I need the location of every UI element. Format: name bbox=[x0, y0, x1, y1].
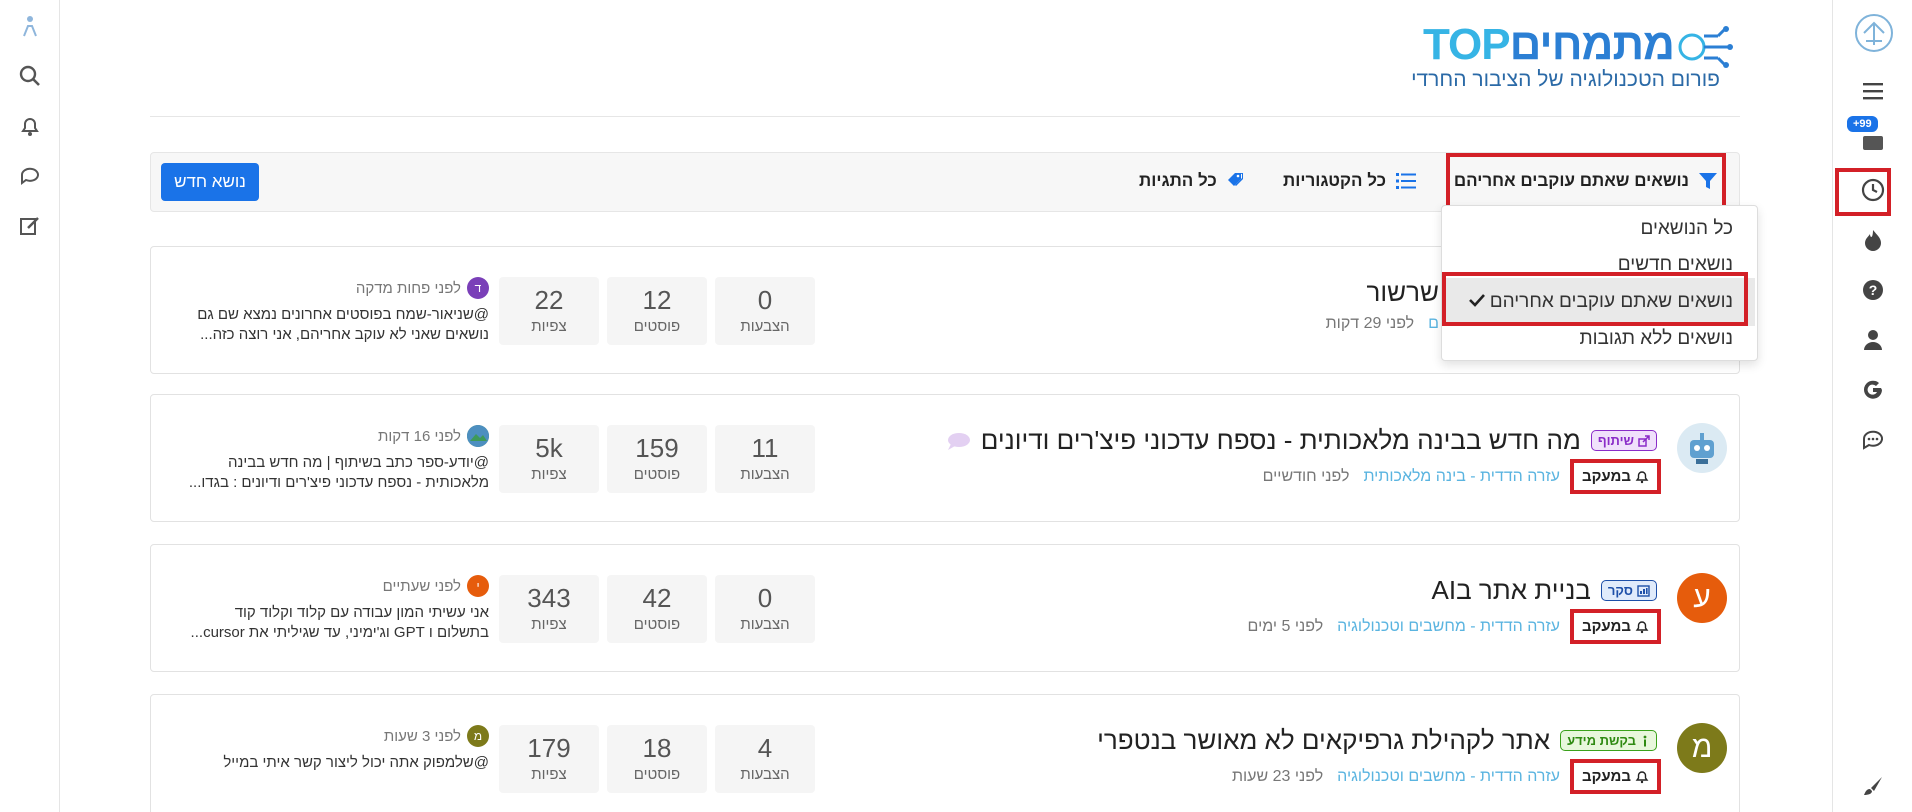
topic-row[interactable]: שיתוף מה חדש בבינה מלאכותית - נספח עדכונ… bbox=[150, 394, 1740, 522]
last-post[interactable]: ד לפני פחות מדקה @שניאור-שמח בפוסטים אחרו… bbox=[179, 277, 489, 345]
topic-meta: ם לפני 29 דקות bbox=[1326, 315, 1439, 333]
topic-time: לפני חודשיים bbox=[1262, 467, 1350, 485]
menu-icon[interactable] bbox=[1857, 75, 1889, 107]
topic-title[interactable]: בקשת מידע אתר לקהילת גרפיקאים לא מאושר ב… bbox=[1097, 725, 1657, 756]
logo-subtitle: פורום הטכנולוגיה של הציבור החרדי bbox=[1411, 68, 1720, 91]
topic-meta: במעקב עזרה הדדית - מחשבים וטכנולוגיה לפנ… bbox=[1231, 759, 1662, 794]
logo-circuit-icon bbox=[1678, 26, 1733, 68]
svg-text:?: ? bbox=[1869, 282, 1878, 298]
bell-icon bbox=[1635, 620, 1649, 633]
chart-icon bbox=[1637, 584, 1650, 597]
bell-icon bbox=[1635, 470, 1649, 483]
info-icon bbox=[1643, 735, 1647, 746]
mini-avatar[interactable]: ד bbox=[467, 277, 489, 299]
google-icon[interactable] bbox=[1857, 374, 1889, 406]
posts-stat: 42 פוסטים bbox=[607, 575, 707, 643]
tags-icon bbox=[1227, 173, 1243, 186]
search-icon[interactable] bbox=[14, 60, 46, 92]
topic-meta: במעקב עזרה הדדית - בינה מלאכותית לפני חו… bbox=[1262, 459, 1662, 494]
last-post[interactable]: מ לפני 3 שעות @שלמפוק אתה יכול ליצור קשר … bbox=[179, 725, 489, 773]
bell-icon bbox=[1635, 770, 1649, 783]
user-avatar[interactable]: ע bbox=[1677, 573, 1727, 623]
filter-highlight bbox=[1446, 153, 1726, 209]
speech-bubble-icon bbox=[947, 432, 970, 450]
topic-category[interactable]: עזרה הדדית - מחשבים וטכנולוגיה bbox=[1337, 618, 1560, 636]
user-status-icon[interactable] bbox=[14, 10, 46, 42]
new-topic-button[interactable]: נושא חדש bbox=[161, 163, 259, 201]
site-logo-icon[interactable] bbox=[1851, 10, 1897, 56]
votes-stat: 0 הצבעות bbox=[715, 575, 815, 643]
posts-stat: 18 פוסטים bbox=[607, 725, 707, 793]
bell-icon[interactable] bbox=[14, 110, 46, 142]
left-sidebar bbox=[0, 0, 60, 812]
last-post[interactable]: לפני 16 דקות @יודע-ספר כתב בשיתוף | מה ח… bbox=[179, 425, 489, 493]
all-tags-button[interactable]: כל התגיות bbox=[1139, 171, 1245, 191]
following-badge[interactable]: במעקב bbox=[1569, 759, 1662, 794]
topic-time: לפני 23 שעות bbox=[1231, 767, 1324, 785]
views-stat: 179 צפיות bbox=[499, 725, 599, 793]
votes-stat: 4 הצבעות bbox=[715, 725, 815, 793]
all-categories-button[interactable]: כל הקטגוריות bbox=[1283, 171, 1416, 191]
chat-bubble-icon[interactable] bbox=[1857, 424, 1889, 456]
brush-icon[interactable] bbox=[1857, 770, 1889, 802]
votes-stat: 0 הצבעות bbox=[715, 277, 815, 345]
share-tag[interactable]: שיתוף bbox=[1590, 430, 1657, 451]
landscape-avatar-icon[interactable] bbox=[467, 425, 489, 447]
right-sidebar: +99 ? bbox=[1832, 0, 1912, 812]
topic-category[interactable]: ם bbox=[1428, 315, 1439, 333]
recent-highlight bbox=[1835, 168, 1891, 216]
topic-time: לפני 5 ימים bbox=[1247, 617, 1324, 635]
posts-stat: 12 פוסטים bbox=[607, 277, 707, 345]
logo-title: מתמחיםTOP bbox=[1422, 20, 1675, 69]
popular-fire-icon[interactable] bbox=[1857, 224, 1889, 256]
help-icon[interactable]: ? bbox=[1857, 274, 1889, 306]
topic-time: לפני 29 דקות bbox=[1325, 315, 1415, 332]
forum-logo[interactable]: מתמחיםTOP פורום הטכנולוגיה של הציבור החר… bbox=[1374, 20, 1734, 92]
poll-tag[interactable]: סקר bbox=[1600, 580, 1657, 601]
topic-title[interactable]: שרשור bbox=[1367, 277, 1440, 308]
votes-stat: 11 הצבעות bbox=[715, 425, 815, 493]
last-post[interactable]: י לפני שעתיים אני עשיתי המון עבודה עם קלו… bbox=[179, 575, 489, 643]
posts-stat: 159 פוסטים bbox=[607, 425, 707, 493]
topic-category[interactable]: עזרה הדדית - בינה מלאכותית bbox=[1363, 468, 1560, 486]
list-icon bbox=[1396, 173, 1416, 189]
dropdown-item-all[interactable]: כל הנושאים bbox=[1640, 218, 1733, 240]
topic-row[interactable]: ע סקר בניית אתר בAI במעקב עזרה הדדית - מ… bbox=[150, 544, 1740, 672]
compose-icon[interactable] bbox=[14, 210, 46, 242]
user-avatar[interactable]: מ bbox=[1677, 723, 1727, 773]
views-stat: 343 צפיות bbox=[499, 575, 599, 643]
topic-category[interactable]: עזרה הדדית - מחשבים וטכנולוגיה bbox=[1337, 768, 1560, 786]
topic-meta: במעקב עזרה הדדית - מחשבים וטכנולוגיה לפנ… bbox=[1247, 609, 1662, 644]
topic-title[interactable]: שיתוף מה חדש בבינה מלאכותית - נספח עדכונ… bbox=[945, 425, 1657, 456]
unread-count-badge: +99 bbox=[1847, 116, 1878, 132]
info-request-tag[interactable]: בקשת מידע bbox=[1560, 730, 1657, 751]
header-divider bbox=[150, 116, 1740, 117]
topic-title[interactable]: סקר בניית אתר בAI bbox=[1432, 575, 1657, 606]
mini-avatar[interactable]: י bbox=[467, 575, 489, 597]
user-icon[interactable] bbox=[1857, 324, 1889, 356]
share-icon bbox=[1638, 434, 1650, 447]
mini-avatar[interactable]: מ bbox=[467, 725, 489, 747]
dropdown-selection-highlight bbox=[1442, 272, 1748, 326]
robot-avatar-icon[interactable] bbox=[1677, 423, 1727, 473]
chat-icon[interactable] bbox=[14, 160, 46, 192]
following-badge[interactable]: במעקב bbox=[1569, 609, 1662, 644]
views-stat: 5k צפיות bbox=[499, 425, 599, 493]
dropdown-item-unreplied[interactable]: נושאים ללא תגובות bbox=[1579, 328, 1733, 350]
following-badge[interactable]: במעקב bbox=[1569, 459, 1662, 494]
views-stat: 22 צפיות bbox=[499, 277, 599, 345]
topic-row[interactable]: מ בקשת מידע אתר לקהילת גרפיקאים לא מאושר… bbox=[150, 694, 1740, 812]
